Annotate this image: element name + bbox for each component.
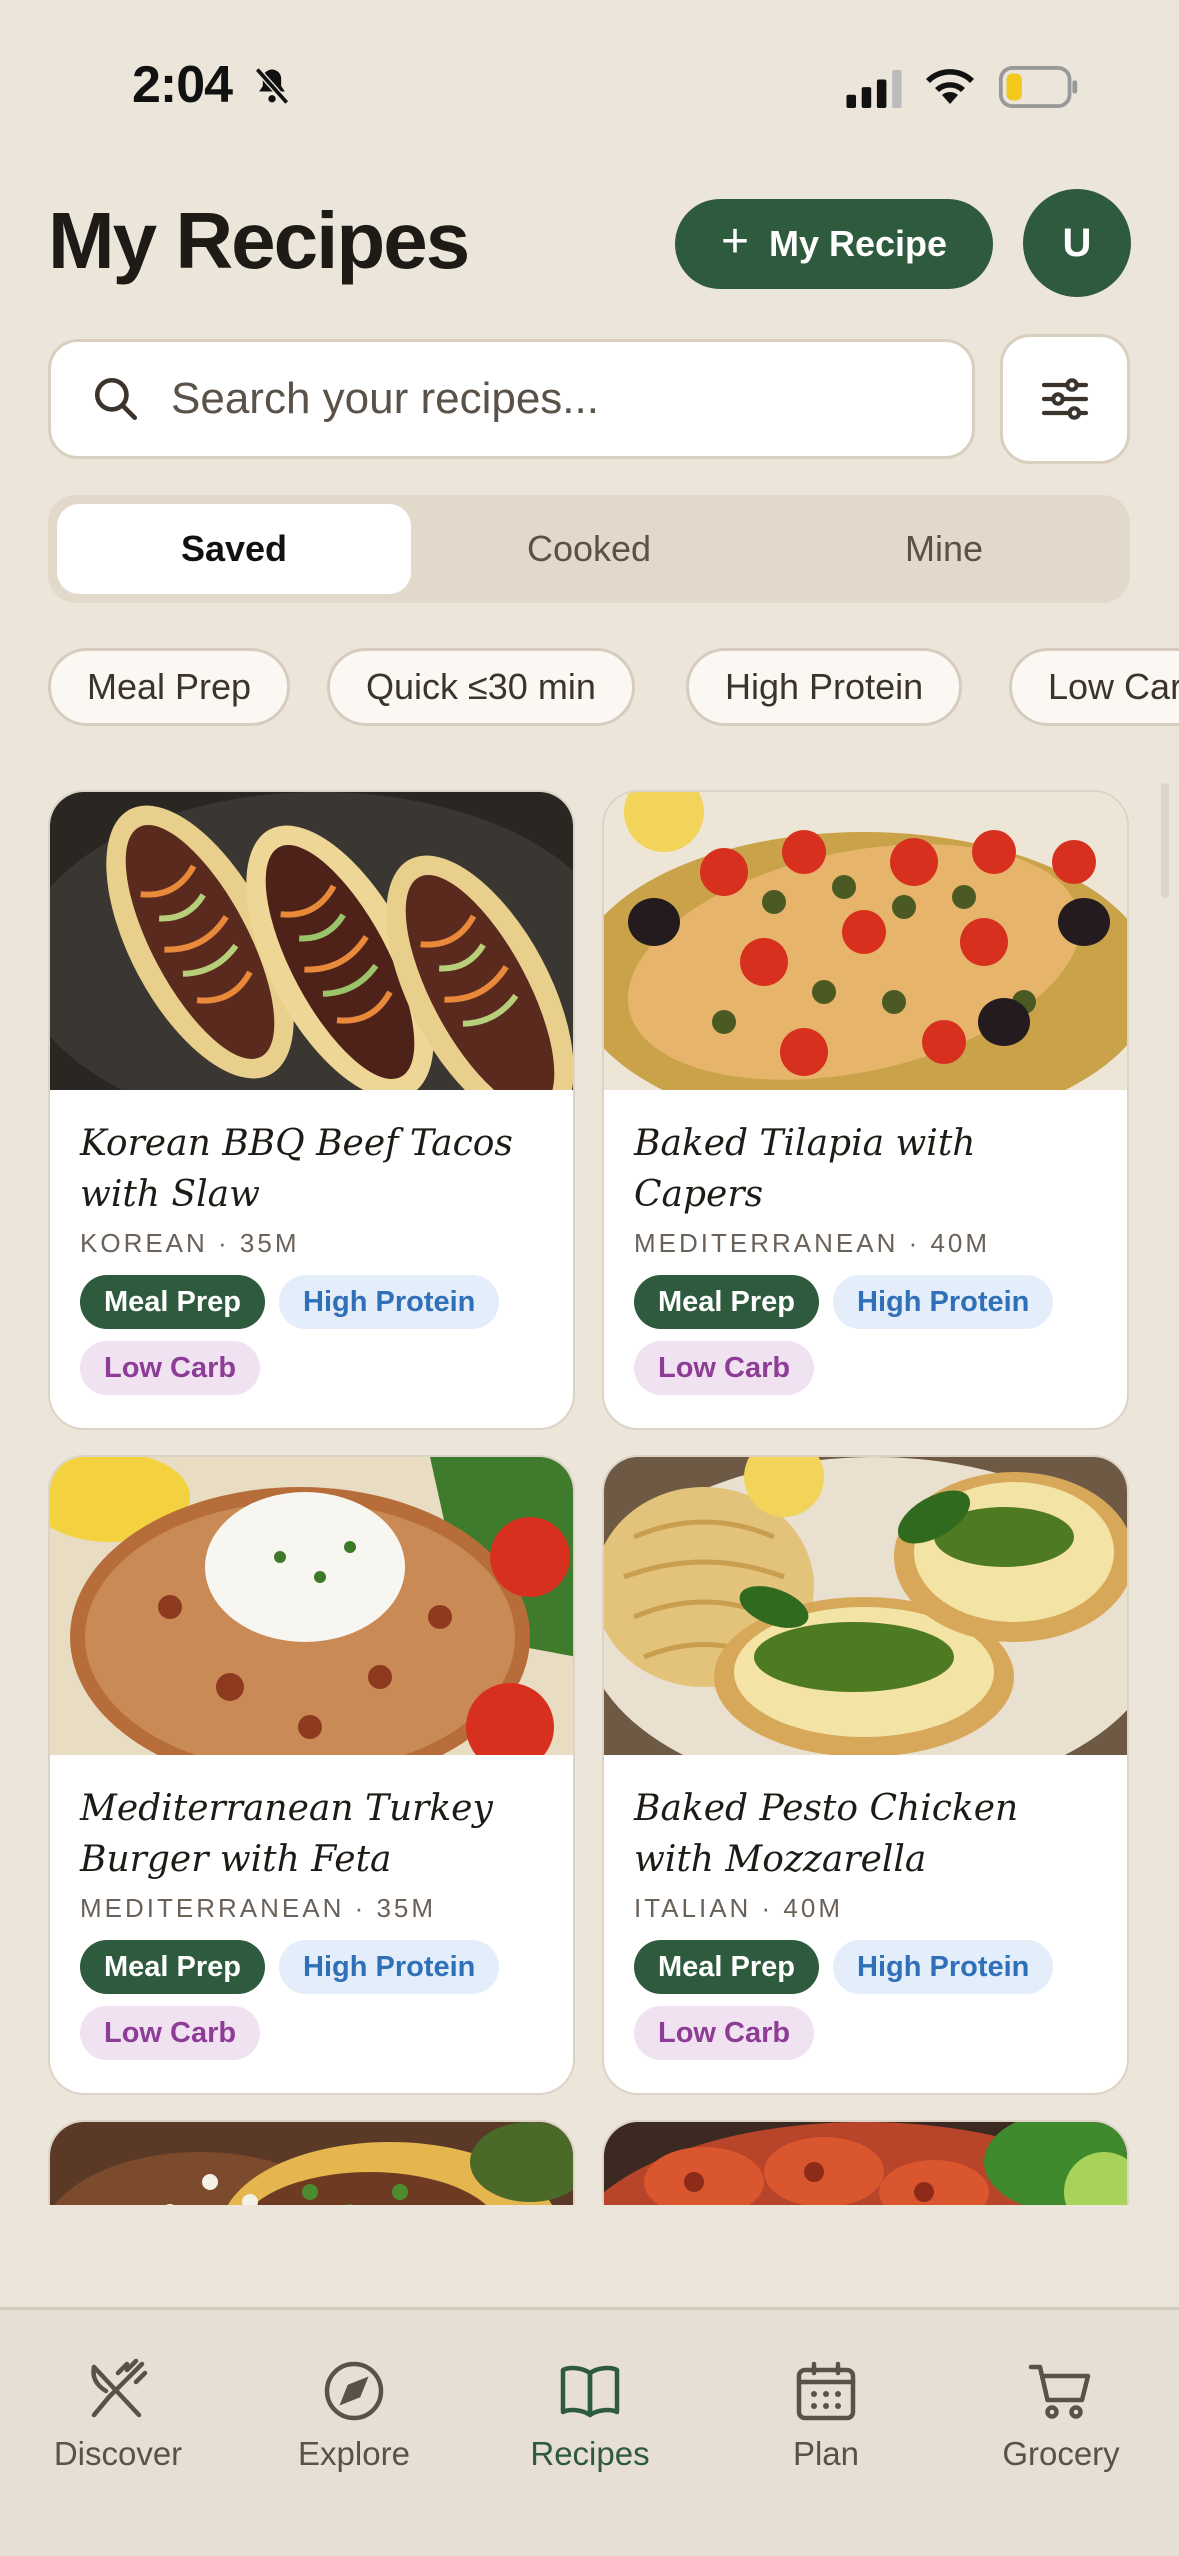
sliders-icon [1041,378,1089,420]
search-icon [94,377,138,421]
nav-item-plan[interactable]: Plan [708,2355,944,2473]
recipe-card[interactable]: Korean BBQ Beef Tacos with Slaw KOREAN ·… [48,790,575,1430]
recipe-tags: Meal Prep High Protein Low Carb [634,1940,1097,2060]
cellular-signal-icon [846,70,902,108]
cart-icon [1028,2364,1091,2419]
book-icon [560,2365,620,2418]
nav-label: Grocery [1002,2435,1120,2472]
nav-label: Discover [53,2435,183,2472]
search-placeholder: Search your recipes... [171,374,599,423]
tab-mine[interactable]: Mine [767,504,1121,594]
recipe-tags: Meal Prep High Protein Low Carb [634,1275,1097,1395]
nav-item-grocery[interactable]: Grocery [943,2355,1179,2473]
recipe-card[interactable] [602,2120,1129,2205]
nav-item-discover[interactable]: Discover [0,2355,236,2473]
tag-low-carb: Low Carb [80,2006,261,2060]
recipe-card[interactable] [48,2120,575,2205]
recipe-image [604,2122,1127,2205]
nav-label: Recipes [530,2435,650,2472]
recipe-title: Baked Pesto Chicken with Mozzarella [634,1788,1019,1880]
recipe-image [604,792,1127,1090]
avatar[interactable]: U [1023,189,1131,297]
recipe-image [50,792,573,1090]
compass-icon [324,2361,384,2421]
tag-low-carb: Low Carb [80,1341,261,1395]
tag-meal-prep: Meal Prep [634,1275,819,1329]
filter-chip-row: Meal Prep Quick ≤30 min High Protein Low… [0,648,1179,728]
calendar-icon [796,2361,856,2421]
tag-low-carb: Low Carb [634,1341,815,1395]
bell-muted-icon [254,67,290,105]
scrollbar[interactable] [1161,783,1169,898]
utensils-icon [91,2358,148,2418]
recipe-image [50,2122,573,2205]
recipe-meta: MEDITERRANEAN · 35M [80,1893,437,1923]
search-input[interactable]: Search your recipes... [48,339,975,459]
status-bar: 2:04 [0,0,1179,150]
wifi-icon [926,69,974,104]
tag-high-protein: High Protein [833,1940,1054,1994]
recipe-meta: ITALIAN · 40M [634,1893,844,1923]
recipe-card[interactable]: Baked Tilapia with Capers MEDITERRANEAN … [602,790,1129,1430]
tab-cooked[interactable]: Cooked [412,504,766,594]
tag-meal-prep: Meal Prep [634,1940,819,1994]
status-time: 2:04 [132,56,233,114]
tag-high-protein: High Protein [279,1940,500,1994]
chip-meal-prep[interactable]: Meal Prep [48,648,291,726]
tag-high-protein: High Protein [279,1275,500,1329]
recipe-image [50,1457,573,1755]
recipe-card[interactable]: Mediterranean Turkey Burger with Feta ME… [48,1455,575,2095]
add-recipe-button[interactable]: + My Recipe [675,199,993,289]
chip-quick[interactable]: Quick ≤30 min [327,648,635,726]
filter-button[interactable] [1000,334,1130,464]
tab-saved[interactable]: Saved [57,504,411,594]
page-title: My Recipes [48,196,470,285]
nav-label: Explore [298,2435,410,2472]
recipe-tags: Meal Prep High Protein Low Carb [80,1275,543,1395]
battery-icon [998,66,1078,108]
chip-high-protein[interactable]: High Protein [686,648,963,726]
nav-item-recipes[interactable]: Recipes [472,2355,708,2473]
add-recipe-label: My Recipe [768,223,948,264]
chip-low-carb[interactable]: Low Carb [1009,648,1179,726]
plus-icon: + [720,215,749,268]
tag-meal-prep: Meal Prep [80,1275,265,1329]
recipe-grid: Korean BBQ Beef Tacos with Slaw KOREAN ·… [0,780,1179,2205]
nav-label: Plan [792,2435,860,2472]
segmented-tabs: Saved Cooked Mine [48,495,1130,603]
recipe-title: Baked Tilapia with Capers [634,1123,976,1215]
nav-item-explore[interactable]: Explore [236,2355,472,2473]
recipe-title: Korean BBQ Beef Tacos with Slaw [80,1123,513,1215]
recipe-image [604,1457,1127,1755]
tag-low-carb: Low Carb [634,2006,815,2060]
bottom-nav: Discover Explore Recipes Plan Grocery [0,2307,1179,2556]
recipe-meta: KOREAN · 35M [80,1228,300,1258]
recipe-meta: MEDITERRANEAN · 40M [634,1228,991,1258]
tag-meal-prep: Meal Prep [80,1940,265,1994]
recipe-card[interactable]: Baked Pesto Chicken with Mozzarella ITAL… [602,1455,1129,2095]
recipe-title: Mediterranean Turkey Burger with Feta [80,1788,493,1880]
recipe-tags: Meal Prep High Protein Low Carb [80,1940,543,2060]
tag-high-protein: High Protein [833,1275,1054,1329]
